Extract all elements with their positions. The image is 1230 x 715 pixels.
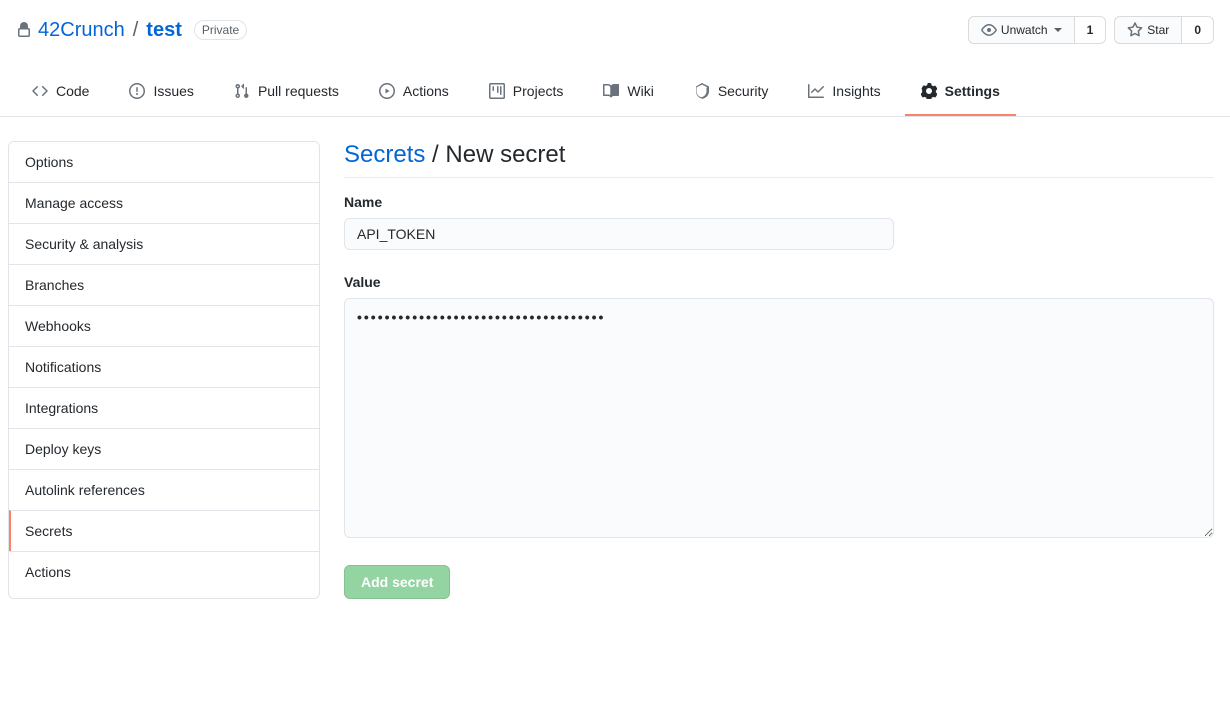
shield-icon — [694, 83, 710, 99]
tab-label: Pull requests — [258, 76, 339, 106]
tab-actions[interactable]: Actions — [363, 68, 465, 116]
sidenav-item-actions[interactable]: Actions — [9, 551, 319, 592]
unwatch-label: Unwatch — [1001, 20, 1048, 40]
sidenav-item-webhooks[interactable]: Webhooks — [9, 305, 319, 346]
issue-icon — [129, 83, 145, 99]
tab-security[interactable]: Security — [678, 68, 785, 116]
sidenav-item-branches[interactable]: Branches — [9, 264, 319, 305]
play-icon — [379, 83, 395, 99]
sidenav-item-notifications[interactable]: Notifications — [9, 346, 319, 387]
tab-label: Code — [56, 76, 89, 106]
watch-count[interactable]: 1 — [1075, 16, 1107, 44]
breadcrumb-parent-link[interactable]: Secrets — [344, 141, 425, 168]
secret-name-input[interactable] — [344, 218, 894, 250]
tab-projects[interactable]: Projects — [473, 68, 580, 116]
tab-label: Issues — [153, 76, 193, 106]
repo-title: 42Crunch / test Private — [16, 19, 247, 42]
repo-name-link[interactable]: test — [146, 19, 182, 42]
tab-label: Security — [718, 76, 769, 106]
star-icon — [1127, 22, 1143, 38]
repo-actions: Unwatch 1 Star 0 — [968, 16, 1214, 44]
sidenav-item-manage-access[interactable]: Manage access — [9, 182, 319, 223]
star-label: Star — [1147, 20, 1169, 40]
code-icon — [32, 83, 48, 99]
unwatch-button[interactable]: Unwatch — [968, 16, 1075, 44]
tab-pull-requests[interactable]: Pull requests — [218, 68, 355, 116]
tab-label: Wiki — [627, 76, 653, 106]
repo-owner-link[interactable]: 42Crunch — [38, 19, 125, 42]
tab-issues[interactable]: Issues — [113, 68, 209, 116]
sidenav-item-options[interactable]: Options — [9, 142, 319, 182]
breadcrumb-current: New secret — [445, 141, 565, 168]
star-count[interactable]: 0 — [1182, 16, 1214, 44]
project-icon — [489, 83, 505, 99]
tab-wiki[interactable]: Wiki — [587, 68, 669, 116]
settings-sidenav: OptionsManage accessSecurity & analysisB… — [8, 141, 320, 599]
gear-icon — [921, 83, 937, 99]
visibility-badge: Private — [194, 20, 247, 40]
breadcrumb-separator: / — [432, 141, 445, 168]
secret-value-textarea[interactable] — [344, 298, 1214, 538]
sidenav-item-deploy-keys[interactable]: Deploy keys — [9, 428, 319, 469]
tab-code[interactable]: Code — [16, 68, 105, 116]
eye-icon — [981, 22, 997, 38]
name-label: Name — [344, 194, 1214, 210]
tab-label: Insights — [832, 76, 880, 106]
add-secret-button[interactable]: Add secret — [344, 565, 450, 599]
value-label: Value — [344, 274, 1214, 290]
page-title: Secrets / New secret — [344, 141, 1214, 178]
tab-label: Actions — [403, 76, 449, 106]
caret-down-icon — [1054, 28, 1062, 32]
tab-label: Settings — [945, 76, 1000, 106]
pr-icon — [234, 83, 250, 99]
sidenav-item-integrations[interactable]: Integrations — [9, 387, 319, 428]
content: Secrets / New secret Name Value Add secr… — [344, 141, 1214, 599]
sidenav-item-autolink-references[interactable]: Autolink references — [9, 469, 319, 510]
graph-icon — [808, 83, 824, 99]
book-icon — [603, 83, 619, 99]
tab-label: Projects — [513, 76, 564, 106]
tab-insights[interactable]: Insights — [792, 68, 896, 116]
slash-separator: / — [133, 19, 139, 42]
repo-tabnav: Code Issues Pull requests Actions Projects Wi… — [0, 68, 1230, 117]
sidenav-item-security-analysis[interactable]: Security & analysis — [9, 223, 319, 264]
star-button[interactable]: Star — [1114, 16, 1182, 44]
tab-settings[interactable]: Settings — [905, 68, 1016, 116]
lock-icon — [16, 22, 32, 38]
sidenav-item-secrets[interactable]: Secrets — [9, 510, 319, 551]
